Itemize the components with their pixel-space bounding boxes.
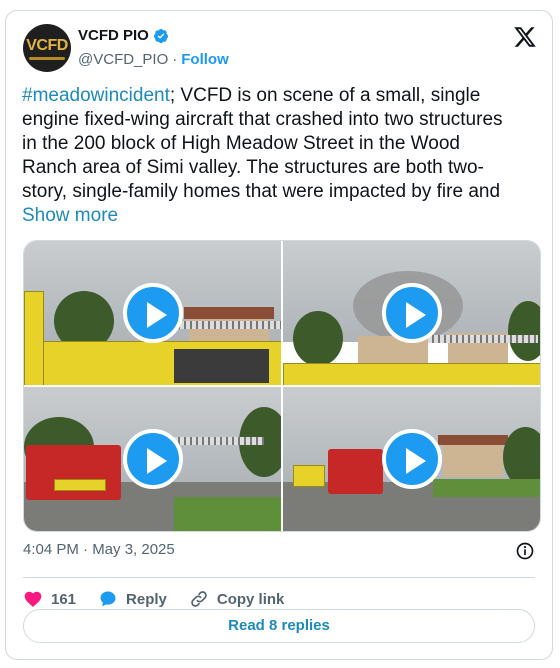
play-icon [406,302,426,328]
scene-truck-panel [174,349,269,383]
scene-house [443,442,503,477]
link-icon [191,591,207,607]
heart-icon [24,591,42,607]
play-button-2[interactable] [382,283,442,343]
tweet-timestamp[interactable]: 4:04 PM · May 3, 2025 [23,541,175,558]
info-icon[interactable] [515,541,535,561]
avatar[interactable]: VCFD [23,24,71,72]
play-button-4[interactable] [382,429,442,489]
author-display-name[interactable]: VCFD PIO [78,27,149,44]
show-more-link[interactable]: Show more [22,205,118,226]
copy-link-button[interactable]: Copy link [189,589,285,609]
scene-ladder [174,437,264,445]
follow-button[interactable]: Follow [181,51,229,68]
author-handle-row: @VCFD_PIO · Follow [78,51,229,68]
scene-roof [438,435,508,445]
avatar-logo-bar [29,57,65,60]
avatar-logo-text: VCFD [26,37,68,54]
like-button[interactable]: 161 [23,589,76,609]
divider [23,577,535,578]
handle-separator: · [172,51,178,68]
scene-bumper [54,479,106,491]
play-button-1[interactable] [123,283,183,343]
play-icon [147,448,167,474]
scene-roof [184,307,274,319]
scene-fire-engine [328,449,383,494]
scene-truck-cab [24,291,44,385]
scene-truck [283,363,540,385]
play-icon [406,448,426,474]
like-count: 161 [51,590,77,608]
verified-badge-icon [153,28,168,43]
scene-tree [293,311,343,366]
scene-ladder [428,335,538,343]
author-name-row: VCFD PIO [78,27,169,44]
scene-truck [293,465,325,487]
play-button-3[interactable] [123,429,183,489]
copy-link-label: Copy link [216,590,285,608]
author-handle[interactable]: @VCFD_PIO [78,51,168,68]
scene-tree [508,301,540,361]
tweet-text: #meadowincident; VCFD is on scene of a s… [22,84,512,228]
reply-button[interactable]: Reply [98,589,167,609]
scene-fire-engine [26,445,121,500]
media-grid [23,240,541,532]
reply-label: Reply [126,590,167,608]
play-icon [147,302,167,328]
scene-grass [174,497,281,531]
reply-bubble-icon [100,591,116,607]
x-logo-icon[interactable] [513,25,537,49]
hashtag-link[interactable]: #meadowincident [22,85,170,106]
scene-tree [503,427,540,487]
tweet-card: VCFD VCFD PIO @VCFD_PIO · Follow #meadow… [5,10,553,660]
scene-ladder [174,321,281,329]
read-replies-button[interactable]: Read 8 replies [23,609,535,643]
scene-grass [433,479,540,497]
